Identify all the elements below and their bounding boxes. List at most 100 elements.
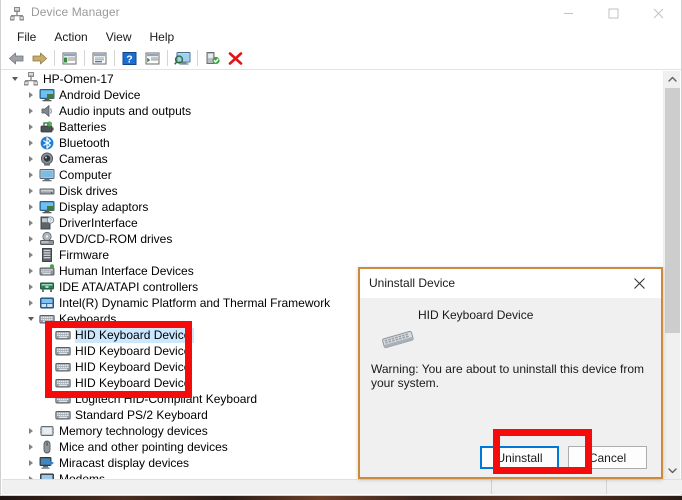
toolbar-separator-4 xyxy=(167,50,168,66)
tree-label: DVD/CD-ROM drives xyxy=(59,231,173,246)
tree-label: HID Keyboard Device xyxy=(75,343,191,358)
chevron-right-icon[interactable] xyxy=(23,151,39,167)
chevron-right-icon[interactable] xyxy=(23,295,39,311)
tree-label: Cameras xyxy=(59,151,108,166)
scrollbar-thumb[interactable] xyxy=(665,88,680,333)
tree-row-disk-drives[interactable]: Disk drives xyxy=(2,183,665,199)
device-manager-icon xyxy=(9,6,25,22)
update-driver-button[interactable] xyxy=(88,48,111,69)
display-adapter-icon xyxy=(39,199,55,215)
tree-label: Batteries xyxy=(59,119,107,134)
scan-for-hardware-changes-button[interactable] xyxy=(171,48,194,69)
show-hidden-devices-button[interactable] xyxy=(141,48,164,69)
chevron-right-icon[interactable] xyxy=(23,87,39,103)
dialog-warning-text: Warning: You are about to uninstall this… xyxy=(371,362,645,390)
vertical-scrollbar[interactable] xyxy=(663,71,680,479)
chevron-right-icon[interactable] xyxy=(23,439,39,455)
chevron-right-icon[interactable] xyxy=(23,183,39,199)
computer-root-icon xyxy=(23,71,39,87)
toolbar-separator-2 xyxy=(84,50,85,66)
miracast-icon xyxy=(39,455,55,471)
camera-icon xyxy=(39,151,55,167)
maximize-button[interactable] xyxy=(591,0,636,27)
tree-label: Logitech HID-Compliant Keyboard xyxy=(75,391,258,406)
disk-drive-icon xyxy=(39,183,55,199)
tree-row-bluetooth[interactable]: Bluetooth xyxy=(2,135,665,151)
chevron-down-icon[interactable] xyxy=(23,311,39,327)
tree-label: DriverInterface xyxy=(59,215,138,230)
tree-label: Keyboards xyxy=(59,311,117,326)
help-button[interactable]: ? xyxy=(118,48,141,69)
back-button[interactable] xyxy=(5,48,28,69)
tree-label: HID Keyboard Device xyxy=(75,359,191,374)
scroll-down-button[interactable] xyxy=(664,462,681,479)
computer-icon xyxy=(39,167,55,183)
chevron-right-icon[interactable] xyxy=(23,279,39,295)
thermal-framework-icon xyxy=(39,295,55,311)
title-bar: Device Manager xyxy=(1,0,681,27)
dialog-close-button[interactable] xyxy=(617,269,661,298)
enable-device-button[interactable] xyxy=(201,48,224,69)
toolbar-separator-3 xyxy=(114,50,115,66)
modem-icon xyxy=(39,471,55,479)
dialog-footer: Uninstall Cancel xyxy=(360,438,661,477)
close-button[interactable] xyxy=(636,0,681,27)
chevron-right-icon[interactable] xyxy=(23,103,39,119)
ide-controller-icon xyxy=(39,279,55,295)
tree-label: Bluetooth xyxy=(59,135,110,150)
menu-action[interactable]: Action xyxy=(45,28,96,47)
tree-label: Miracast display devices xyxy=(59,455,190,470)
tree-row-driverinterface[interactable]: ? DriverInterface xyxy=(2,215,665,231)
chevron-right-icon[interactable] xyxy=(23,135,39,151)
tree-row-firmware[interactable]: Firmware xyxy=(2,247,665,263)
properties-button[interactable] xyxy=(58,48,81,69)
uninstall-device-button[interactable] xyxy=(224,48,247,69)
firmware-icon xyxy=(39,247,55,263)
menu-file[interactable]: File xyxy=(8,28,45,47)
chevron-right-icon[interactable] xyxy=(23,199,39,215)
tree-label: Computer xyxy=(59,167,112,182)
tree-row-dvd-cd-rom-drives[interactable]: DVD/CD-ROM drives xyxy=(2,231,665,247)
tree-label: HID Keyboard Device xyxy=(75,327,195,343)
toolbar-separator-1 xyxy=(54,50,55,66)
status-section-2 xyxy=(492,480,607,494)
tree-row-android-device[interactable]: Android Device xyxy=(2,87,665,103)
chevron-right-icon[interactable] xyxy=(23,423,39,439)
dialog-title: Uninstall Device xyxy=(369,276,456,290)
tree-row-audio-inputs-and-outputs[interactable]: Audio inputs and outputs xyxy=(2,103,665,119)
chevron-right-icon[interactable] xyxy=(23,263,39,279)
uninstall-device-dialog: Uninstall Device HID Keyboard Device War… xyxy=(358,267,663,479)
tree-label: Disk drives xyxy=(59,183,118,198)
tree-row-cameras[interactable]: Cameras xyxy=(2,151,665,167)
scroll-up-button[interactable] xyxy=(664,71,681,88)
cancel-button[interactable]: Cancel xyxy=(568,446,647,469)
mouse-icon xyxy=(39,439,55,455)
menu-help[interactable]: Help xyxy=(141,28,184,47)
chevron-right-icon[interactable] xyxy=(23,167,39,183)
tree-row-display-adaptors[interactable]: Display adaptors xyxy=(2,199,665,215)
uninstall-button[interactable]: Uninstall xyxy=(480,446,559,469)
tree-label: Intel(R) Dynamic Platform and Thermal Fr… xyxy=(59,295,331,310)
speaker-icon xyxy=(39,103,55,119)
menu-view[interactable]: View xyxy=(97,28,141,47)
battery-icon xyxy=(39,119,55,135)
minimize-button[interactable] xyxy=(546,0,591,27)
tree-label: IDE ATA/ATAPI controllers xyxy=(59,279,199,294)
chevron-down-icon[interactable] xyxy=(7,71,23,87)
chevron-right-icon[interactable] xyxy=(23,231,39,247)
tree-label: Memory technology devices xyxy=(59,423,208,438)
tree-row-root[interactable]: HP-Omen-17 xyxy=(2,71,665,87)
chevron-right-icon[interactable] xyxy=(23,471,39,479)
tree-row-computer[interactable]: Computer xyxy=(2,167,665,183)
chevron-right-icon[interactable] xyxy=(23,215,39,231)
status-section-1 xyxy=(2,480,492,494)
chevron-right-icon[interactable] xyxy=(23,119,39,135)
forward-button[interactable] xyxy=(28,48,51,69)
keyboard-icon xyxy=(55,407,71,423)
caption-buttons xyxy=(546,0,681,27)
tree-row-batteries[interactable]: Batteries xyxy=(2,119,665,135)
tree-label: Display adaptors xyxy=(59,199,149,214)
chevron-right-icon[interactable] xyxy=(23,455,39,471)
tree-label: Standard PS/2 Keyboard xyxy=(75,407,208,422)
chevron-right-icon[interactable] xyxy=(23,247,39,263)
